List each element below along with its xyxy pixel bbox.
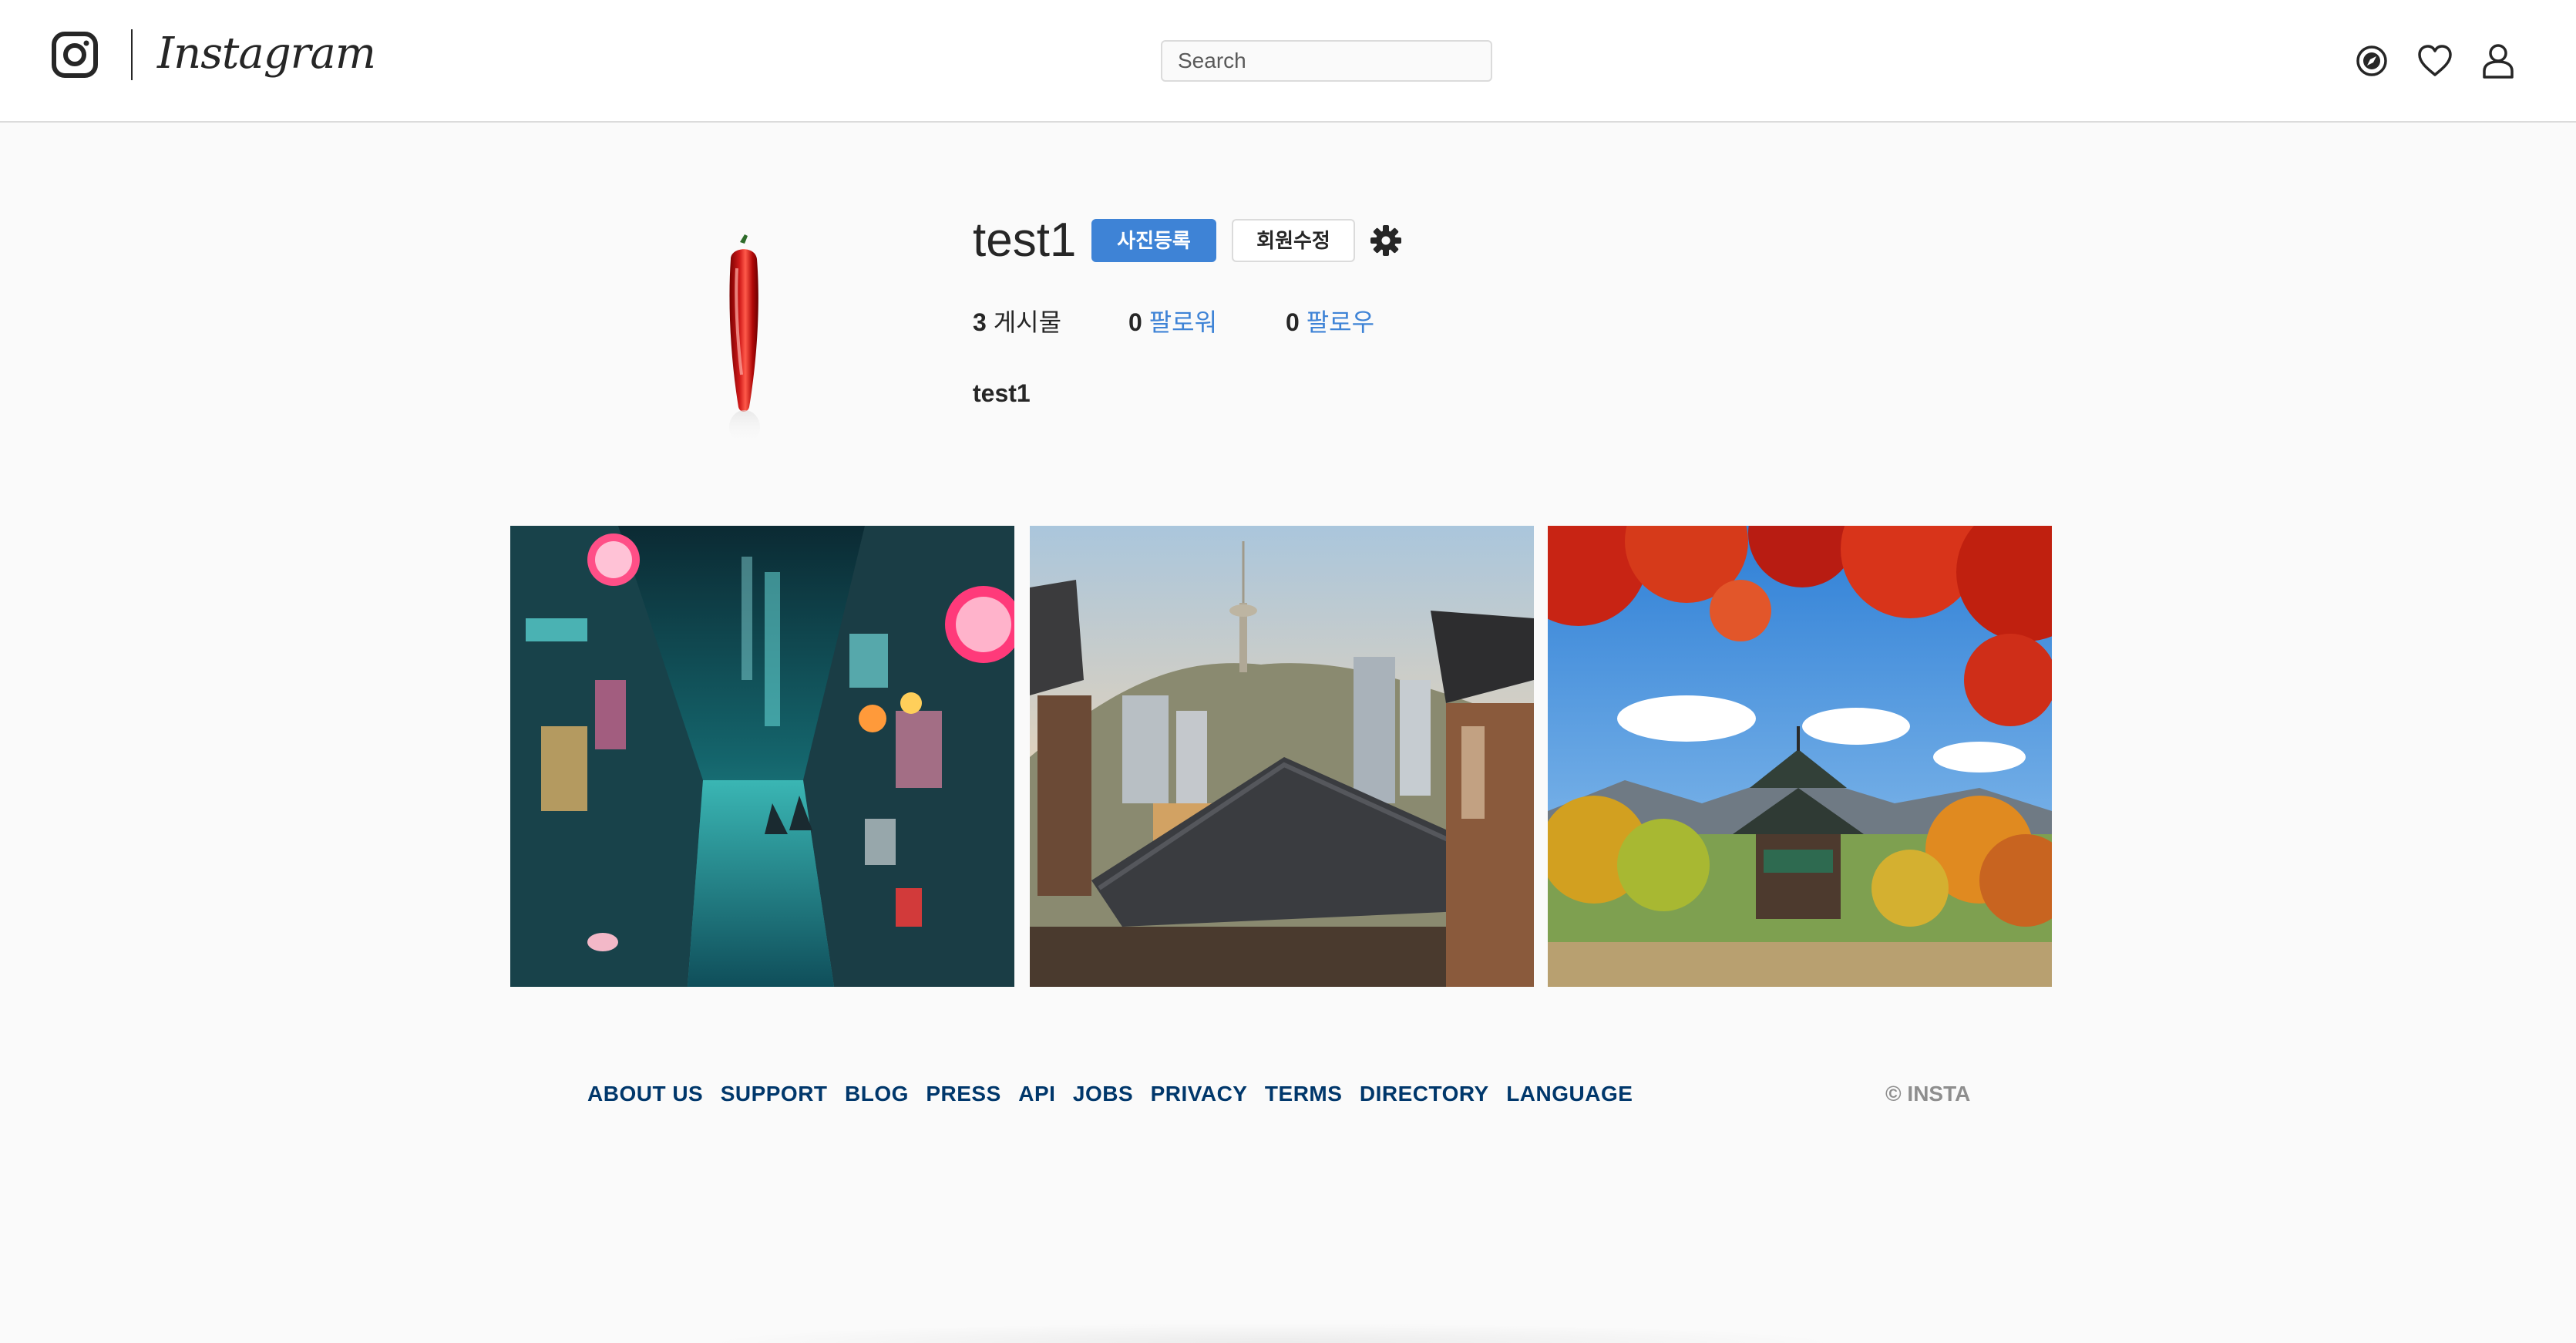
compass-icon[interactable] <box>2351 40 2393 82</box>
bottom-shadow <box>694 1323 1850 1343</box>
footer-link-language[interactable]: LANGUAGE <box>1506 1082 1633 1106</box>
post-thumbnail[interactable] <box>1548 526 2052 987</box>
gear-icon[interactable] <box>1369 224 1403 257</box>
footer-link-about-us[interactable]: ABOUT US <box>587 1082 703 1106</box>
posts-label: 게시물 <box>993 308 1062 336</box>
footer-link-privacy[interactable]: PRIVACY <box>1151 1082 1248 1106</box>
profile-username: test1 <box>973 214 1077 267</box>
copyright-text: © INSTA <box>1885 1082 1971 1106</box>
footer-link-support[interactable]: SUPPORT <box>721 1082 828 1106</box>
stat-posts: 3 게시물 <box>973 305 1061 339</box>
search-input[interactable] <box>1161 40 1492 82</box>
following-count: 0 <box>1286 308 1300 336</box>
edit-profile-button[interactable]: 회원수정 <box>1232 219 1355 262</box>
footer-link-blog[interactable]: BLOG <box>845 1082 909 1106</box>
footer-link-directory[interactable]: DIRECTORY <box>1360 1082 1489 1106</box>
stat-followers[interactable]: 0 팔로워 <box>1128 305 1217 339</box>
posts-count: 3 <box>973 308 987 336</box>
footer-link-api[interactable]: API <box>1018 1082 1055 1106</box>
footer-link-press[interactable]: PRESS <box>926 1082 1000 1106</box>
followers-link[interactable]: 팔로워 <box>1149 308 1217 336</box>
footer-link-terms[interactable]: TERMS <box>1265 1082 1343 1106</box>
footer-link-jobs[interactable]: JOBS <box>1073 1082 1133 1106</box>
user-icon[interactable] <box>2477 40 2519 82</box>
followers-count: 0 <box>1128 308 1142 336</box>
profile-display-name: test1 <box>973 379 1031 407</box>
top-nav-bar: Instagram <box>0 0 2576 123</box>
profile-avatar[interactable] <box>694 228 794 452</box>
following-link[interactable]: 팔로우 <box>1306 308 1374 336</box>
post-thumbnail[interactable] <box>510 526 1014 987</box>
heart-icon[interactable] <box>2414 40 2456 82</box>
instagram-camera-icon[interactable] <box>51 31 99 79</box>
logo-divider <box>131 29 133 80</box>
upload-photo-button[interactable]: 사진등록 <box>1091 219 1216 262</box>
stat-following[interactable]: 0 팔로우 <box>1286 305 1374 339</box>
post-thumbnail[interactable] <box>1030 526 1534 987</box>
instagram-wordmark[interactable]: Instagram <box>157 23 376 85</box>
footer-nav: ABOUT US SUPPORT BLOG PRESS API JOBS PRI… <box>587 1078 1646 1110</box>
